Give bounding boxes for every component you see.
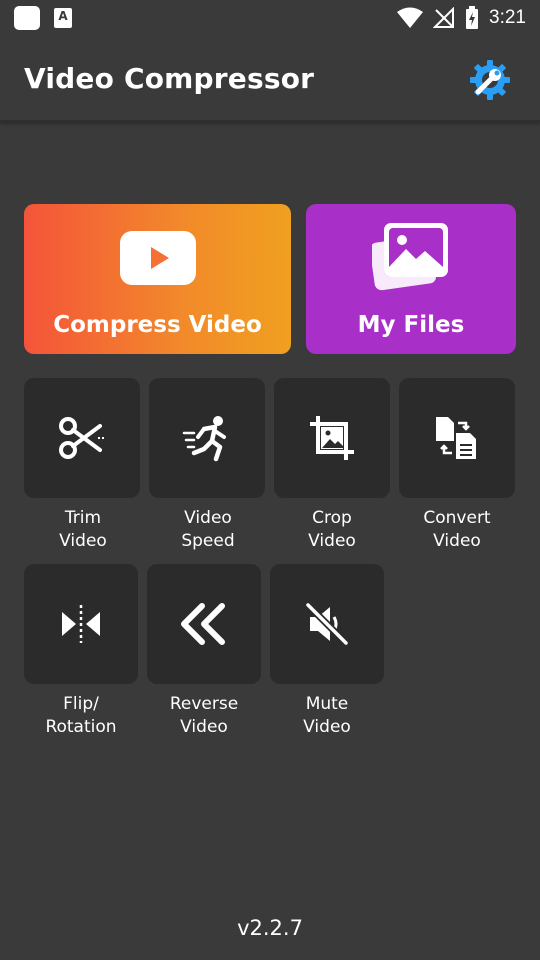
double-chevron-left-icon bbox=[181, 603, 225, 645]
compress-video-card[interactable]: Compress Video bbox=[24, 204, 291, 354]
video-speed-label: Video Speed bbox=[181, 508, 235, 551]
settings-wrench-icon bbox=[470, 60, 510, 100]
flip-icon bbox=[62, 605, 100, 643]
app-title: Video Compressor bbox=[24, 62, 315, 95]
trim-video-button[interactable] bbox=[24, 378, 140, 498]
reverse-video-button[interactable] bbox=[147, 564, 261, 684]
app-bar: Video Compressor bbox=[0, 36, 540, 122]
crop-video-label: Crop Video bbox=[308, 508, 356, 551]
compress-video-label: Compress Video bbox=[53, 312, 262, 338]
app-notification-icon bbox=[14, 6, 40, 30]
convert-video-label: Convert Video bbox=[423, 508, 491, 551]
my-files-card[interactable]: My Files bbox=[306, 204, 516, 354]
play-icon bbox=[119, 231, 196, 285]
mute-icon bbox=[305, 602, 349, 646]
video-speed-button[interactable] bbox=[149, 378, 265, 498]
status-bar: A 3:21 bbox=[0, 0, 540, 36]
text-notification-icon: A bbox=[54, 8, 72, 28]
running-icon bbox=[182, 416, 226, 462]
status-time: 3:21 bbox=[489, 7, 526, 28]
gallery-icon bbox=[372, 223, 448, 291]
trim-video-label: Trim Video bbox=[59, 508, 107, 551]
crop-icon bbox=[310, 416, 354, 460]
no-signal-icon bbox=[433, 7, 455, 29]
reverse-video-label: Reverse Video bbox=[169, 694, 239, 737]
app-version: v2.2.7 bbox=[237, 916, 303, 940]
mute-video-label: Mute Video bbox=[303, 694, 351, 737]
battery-charging-icon bbox=[465, 6, 479, 30]
crop-video-button[interactable] bbox=[274, 378, 390, 498]
mute-video-button[interactable] bbox=[270, 564, 384, 684]
scissors-icon bbox=[59, 417, 104, 459]
settings-button[interactable] bbox=[468, 58, 512, 102]
flip-rotation-button[interactable] bbox=[24, 564, 138, 684]
wifi-icon bbox=[397, 7, 424, 29]
convert-video-button[interactable] bbox=[399, 378, 515, 498]
convert-icon bbox=[436, 417, 476, 459]
flip-rotation-label: Flip/ Rotation bbox=[45, 694, 117, 737]
my-files-label: My Files bbox=[357, 312, 465, 338]
